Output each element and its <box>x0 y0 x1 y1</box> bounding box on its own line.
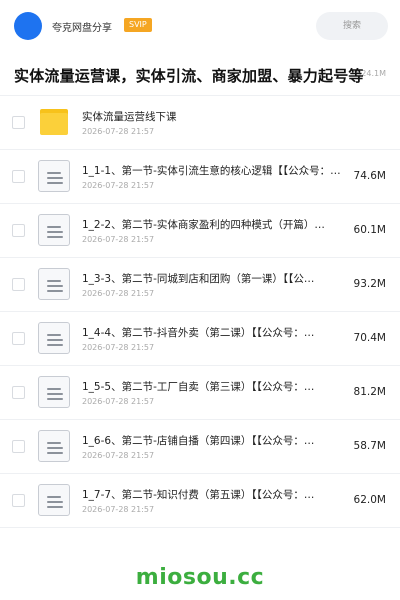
file-date: 2026-07-28 21:57 <box>82 235 155 244</box>
select-checkbox[interactable] <box>12 332 25 345</box>
file-size: 62.0M <box>353 494 386 506</box>
file-size: 81.2M <box>353 386 386 398</box>
user-name[interactable]: 夸克网盘分享 <box>52 19 112 34</box>
select-checkbox[interactable] <box>12 224 25 237</box>
document-icon <box>38 160 70 192</box>
share-title: 实体流量运营课，实体引流、商家加盟、暴力起号等 <box>14 67 364 85</box>
folder-icon <box>40 109 68 135</box>
file-name[interactable]: 1_4-4、第二节-抖音外卖（第二课）【【公众号：… <box>82 325 342 340</box>
document-icon <box>38 430 70 462</box>
list-item[interactable]: 1_1-1、第一节-实体引流生意的核心逻辑【【公众号：… 2026-07-28 … <box>0 150 400 204</box>
list-item[interactable]: 实体流量运营线下课 2026-07-28 21:57 <box>0 96 400 150</box>
file-date: 2026-07-28 21:57 <box>82 397 155 406</box>
list-item[interactable]: 1_3-3、第二节-同城到店和团购（第一课）【【公… 2026-07-28 21… <box>0 258 400 312</box>
file-list: 实体流量运营线下课 2026-07-28 21:57 1_1-1、第一节-实体引… <box>0 96 400 528</box>
select-checkbox[interactable] <box>12 386 25 399</box>
file-name[interactable]: 1_7-7、第二节-知识付费（第五课）【【公众号：… <box>82 487 342 502</box>
file-name[interactable]: 1_2-2、第二节-实体商家盈利的四种模式（开篇）… <box>82 217 342 232</box>
file-size: 60.1M <box>353 224 386 236</box>
header-bar: 夸克网盘分享 SVIP 搜索 <box>0 0 400 52</box>
select-checkbox[interactable] <box>12 440 25 453</box>
file-size: 74.6M <box>353 170 386 182</box>
select-checkbox[interactable] <box>12 278 25 291</box>
file-size: 70.4M <box>353 332 386 344</box>
search-button[interactable]: 搜索 <box>316 12 388 40</box>
select-checkbox[interactable] <box>12 116 25 129</box>
document-icon <box>38 484 70 516</box>
user-avatar[interactable] <box>14 12 42 40</box>
document-icon <box>38 214 70 246</box>
list-item[interactable]: 1_2-2、第二节-实体商家盈利的四种模式（开篇）… 2026-07-28 21… <box>0 204 400 258</box>
list-item[interactable]: 1_6-6、第二节-店铺自播（第四课）【【公众号：… 2026-07-28 21… <box>0 420 400 474</box>
file-date: 2026-07-28 21:57 <box>82 181 155 190</box>
footer: miosou.cc <box>0 548 400 600</box>
file-date: 2026-07-28 21:57 <box>82 289 155 298</box>
file-name[interactable]: 1_5-5、第二节-工厂自卖（第三课）【【公众号：… <box>82 379 342 394</box>
file-name[interactable]: 实体流量运营线下课 <box>82 109 342 124</box>
watermark: miosou.cc <box>135 565 265 590</box>
list-item[interactable]: 1_7-7、第二节-知识付费（第五课）【【公众号：… 2026-07-28 21… <box>0 474 400 528</box>
file-name[interactable]: 1_3-3、第二节-同城到店和团购（第一课）【【公… <box>82 271 342 286</box>
select-checkbox[interactable] <box>12 494 25 507</box>
list-item[interactable]: 1_4-4、第二节-抖音外卖（第二课）【【公众号：… 2026-07-28 21… <box>0 312 400 366</box>
select-checkbox[interactable] <box>12 170 25 183</box>
file-size: 93.2M <box>353 278 386 290</box>
document-icon <box>38 322 70 354</box>
file-date: 2026-07-28 21:57 <box>82 343 155 352</box>
document-icon <box>38 376 70 408</box>
svip-badge: SVIP <box>124 18 152 32</box>
file-date: 2026-07-28 21:57 <box>82 127 155 136</box>
file-name[interactable]: 1_6-6、第二节-店铺自播（第四课）【【公众号：… <box>82 433 342 448</box>
share-title-bar: 524.1M 实体流量运营课，实体引流、商家加盟、暴力起号等 <box>0 56 400 96</box>
file-date: 2026-07-28 21:57 <box>82 505 155 514</box>
file-name[interactable]: 1_1-1、第一节-实体引流生意的核心逻辑【【公众号：… <box>82 163 342 178</box>
document-icon <box>38 268 70 300</box>
list-item[interactable]: 1_5-5、第二节-工厂自卖（第三课）【【公众号：… 2026-07-28 21… <box>0 366 400 420</box>
file-size: 58.7M <box>353 440 386 452</box>
file-date: 2026-07-28 21:57 <box>82 451 155 460</box>
